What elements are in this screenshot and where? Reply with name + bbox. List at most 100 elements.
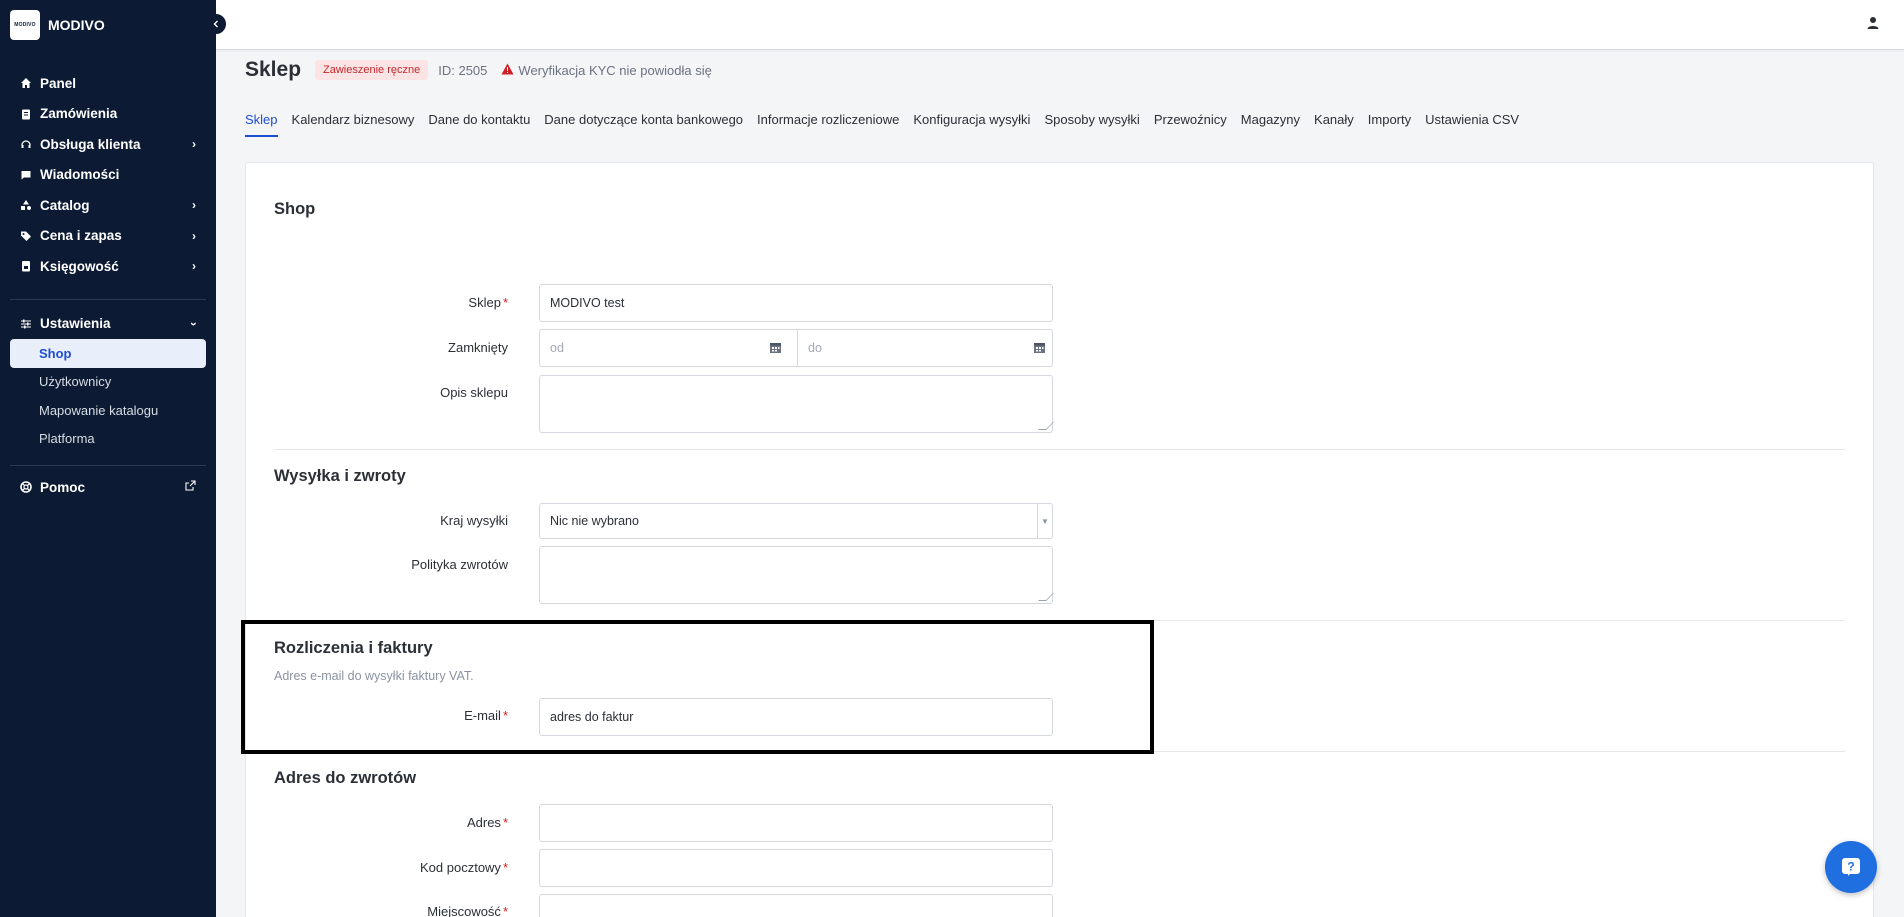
external-link-icon — [185, 480, 196, 494]
closed-from-input[interactable]: od — [550, 341, 564, 355]
brand-logo: MODIVO — [10, 10, 40, 40]
shop-name-label: Sklep * — [308, 295, 508, 310]
message-icon — [20, 169, 32, 181]
resize-handle[interactable] — [1038, 422, 1054, 430]
tab-shop[interactable]: Sklep — [245, 112, 278, 137]
postal-code-label: Kod pocztowy * — [308, 860, 508, 875]
closed-label: Zamknięty — [448, 340, 508, 355]
shop-form-card: Shop Sklep * MODIVO test Zamknięty od do … — [245, 162, 1874, 917]
tab-business-calendar[interactable]: Kalendarz biznesowy — [292, 112, 415, 137]
kyc-warning-text: Weryfikacja KYC nie powiodła się — [518, 62, 712, 78]
nav-item-price-stock[interactable]: Cena i zapas › — [0, 221, 216, 252]
tab-warehouses[interactable]: Magazyny — [1241, 112, 1300, 137]
tab-billing-info[interactable]: Informacje rozliczeniowe — [757, 112, 899, 137]
nav-item-catalog[interactable]: Catalog › — [0, 190, 216, 221]
nav-label: Wiadomości — [40, 167, 120, 183]
nav-label: Księgowość — [40, 258, 119, 274]
nav-divider — [10, 298, 206, 300]
sidebar-item-platform[interactable]: Platforma — [0, 425, 216, 454]
sidebar-item-users[interactable]: Użytkownicy — [0, 368, 216, 397]
tab-contact[interactable]: Dane do kontaktu — [428, 112, 530, 137]
nav-item-orders[interactable]: Zamówienia — [0, 99, 216, 130]
city-label-text: Miejscowość — [427, 904, 501, 917]
page-title: Sklep — [245, 58, 302, 81]
caret-down-icon: ▼ — [1037, 504, 1052, 538]
home-icon — [20, 77, 32, 89]
collapse-sidebar-button[interactable] — [206, 14, 226, 34]
address-input[interactable] — [539, 804, 1053, 842]
sliders-icon — [20, 318, 32, 330]
brand-logo-text: MODIVO — [14, 22, 36, 28]
required-mark: * — [502, 815, 508, 830]
shapes-icon — [20, 199, 32, 211]
brand-name: MODIVO — [48, 17, 105, 33]
required-mark: * — [502, 860, 508, 875]
shop-description-textarea[interactable] — [539, 375, 1054, 433]
tab-bank-account[interactable]: Dane dotyczące konta bankowego — [544, 112, 743, 137]
kyc-warning: Weryfikacja KYC nie powiodła się — [501, 62, 712, 78]
nav-item-panel[interactable]: Panel — [0, 68, 216, 99]
city-label: Miejscowość * — [308, 904, 508, 917]
tab-imports[interactable]: Importy — [1368, 112, 1411, 137]
returns-policy-textarea[interactable] — [539, 546, 1054, 604]
sidebar-item-shop[interactable]: Shop — [10, 339, 206, 368]
tab-shipping-config[interactable]: Konfiguracja wysyłki — [913, 112, 1030, 137]
shipping-country-value: Nic nie wybrano — [550, 514, 639, 528]
main-nav: Panel Zamówienia Obsługa klienta › Wiado… — [0, 68, 216, 282]
nav-label: Zamówienia — [40, 106, 118, 122]
tag-icon — [20, 230, 32, 242]
calendar-icon[interactable] — [769, 341, 782, 354]
page-header: Sklep Zawieszenie ręczne ID: 2505 Weryfi… — [245, 58, 712, 82]
returns-policy-label: Polityka zwrotów — [411, 557, 508, 572]
address-label-text: Adres — [466, 815, 501, 830]
required-mark: * — [502, 295, 508, 310]
shipping-country-label: Kraj wysyłki — [440, 513, 508, 528]
shop-name-label-text: Sklep — [468, 295, 501, 310]
tab-channels[interactable]: Kanały — [1314, 112, 1354, 137]
nav-item-messages[interactable]: Wiadomości — [0, 160, 216, 191]
nav-label: Obsługa klienta — [40, 136, 141, 152]
nav-label: Cena i zapas — [40, 228, 122, 244]
section-divider — [274, 449, 1845, 450]
lifebuoy-icon — [20, 481, 32, 494]
nav-item-customer-service[interactable]: Obsługa klienta › — [0, 129, 216, 160]
tab-shipping-methods[interactable]: Sposoby wysyłki — [1044, 112, 1139, 137]
nav-divider — [10, 465, 206, 466]
shipping-country-select[interactable]: Nic nie wybrano ▼ — [539, 503, 1053, 539]
closed-to-input[interactable]: do — [808, 341, 822, 355]
shop-id: ID: 2505 — [438, 62, 488, 78]
postal-code-input[interactable] — [539, 849, 1053, 887]
nav-label: Catalog — [40, 197, 90, 213]
nav-item-help[interactable]: Pomoc — [0, 472, 216, 503]
postal-code-label-text: Kod pocztowy — [420, 860, 501, 875]
address-label: Adres * — [308, 815, 508, 830]
sidebar-item-catalog-mapping[interactable]: Mapowanie katalogu — [0, 396, 216, 425]
status-badge: Zawieszenie ręczne — [315, 60, 429, 80]
help-button[interactable]: ? — [1825, 841, 1877, 893]
user-icon[interactable] — [1866, 16, 1882, 32]
chevron-right-icon: › — [192, 137, 196, 152]
nav-item-settings[interactable]: Ustawienia › — [0, 309, 216, 340]
warning-icon — [501, 63, 514, 78]
nav-item-accounting[interactable]: Księgowość › — [0, 251, 216, 282]
city-input[interactable] — [539, 894, 1053, 917]
chevron-left-icon — [213, 20, 218, 28]
tab-csv-settings[interactable]: Ustawienia CSV — [1425, 112, 1519, 137]
date-range-divider — [797, 330, 798, 366]
help-chat-icon: ? — [1842, 858, 1860, 876]
closed-date-range: od do — [539, 329, 1053, 367]
resize-handle[interactable] — [1038, 593, 1054, 601]
shop-name-input[interactable]: MODIVO test — [539, 284, 1053, 322]
nav-label: Pomoc — [40, 479, 86, 495]
chevron-right-icon: › — [192, 228, 196, 243]
calendar-icon[interactable] — [1033, 341, 1046, 354]
chevron-right-icon: › — [192, 259, 196, 274]
required-mark: * — [502, 904, 508, 917]
svg-text:?: ? — [1847, 860, 1854, 874]
highlight-box — [241, 620, 1154, 754]
brand[interactable]: MODIVO MODIVO — [0, 0, 216, 50]
tab-carriers[interactable]: Przewoźnicy — [1154, 112, 1227, 137]
headset-icon — [20, 138, 32, 150]
nav-label: Panel — [40, 75, 77, 91]
section-title-returns-address: Adres do zwrotów — [274, 769, 417, 787]
